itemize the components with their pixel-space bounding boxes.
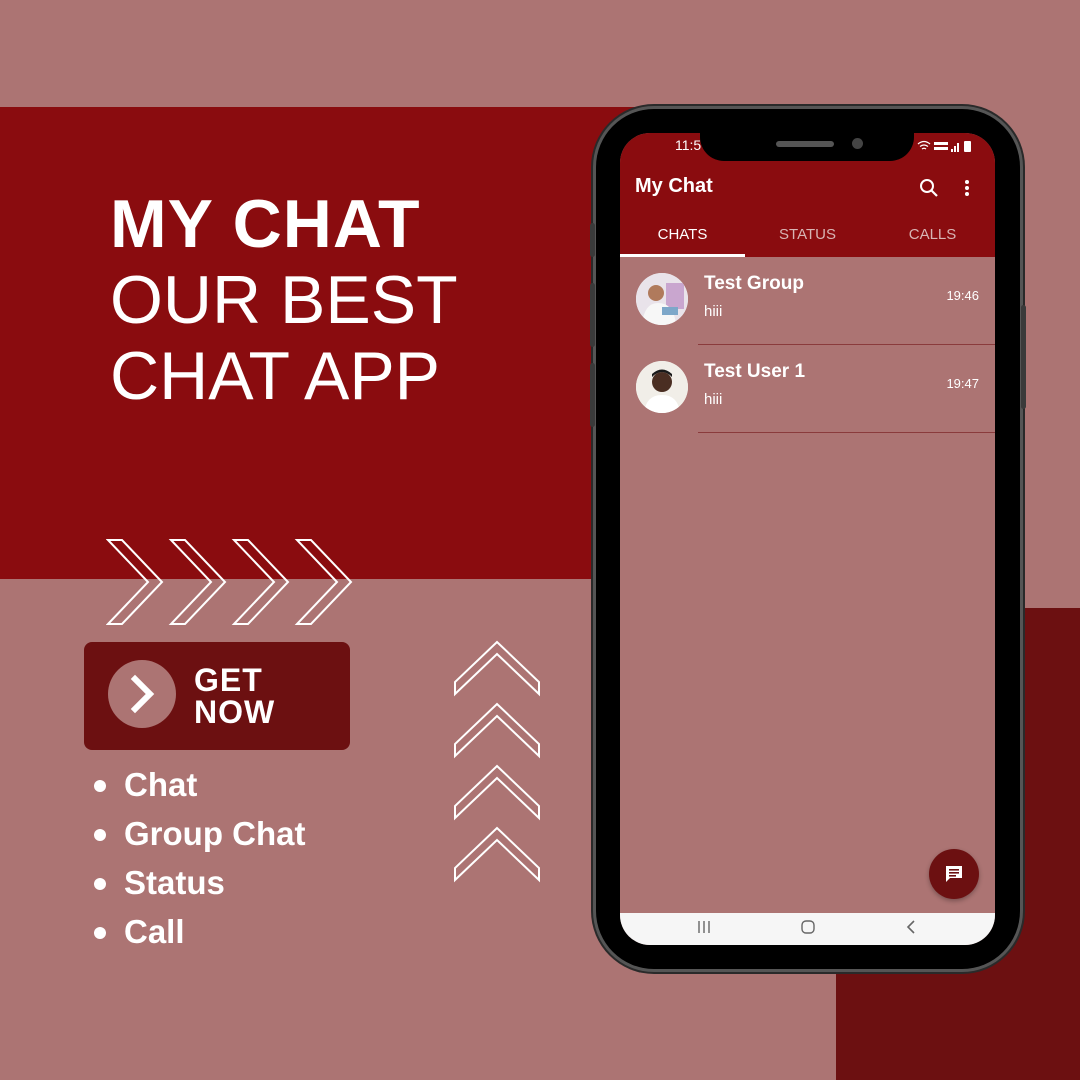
speaker-grille [776, 141, 834, 147]
headline-line-1: MY CHAT [110, 186, 421, 262]
decorative-chevrons-right-icon [106, 539, 353, 625]
phone-mockup: 11:5 My Chat CHATS STATUS CALLS Test Gro… [590, 109, 1026, 969]
chat-name: Test Group [704, 273, 804, 294]
new-chat-icon [946, 866, 962, 882]
bixby-button [590, 363, 595, 427]
chat-list-item[interactable]: Test Group hiii 19:46 [620, 257, 995, 345]
camera-notch [700, 133, 914, 161]
headline-line-3: CHAT APP [110, 338, 441, 414]
chevron-right-icon [130, 674, 155, 714]
status-icons [917, 140, 971, 152]
new-chat-button[interactable] [929, 849, 979, 899]
status-bar: 11:5 [620, 133, 995, 161]
search-icon[interactable] [918, 177, 940, 199]
app-title: My Chat [635, 175, 713, 197]
back-icon[interactable] [904, 919, 920, 935]
cta-circle [108, 660, 176, 728]
headline-line-2: OUR BEST [110, 262, 458, 338]
bullet-icon [94, 878, 106, 890]
feature-label: Chat [124, 766, 198, 803]
home-icon[interactable] [800, 919, 816, 935]
bullet-icon [94, 780, 106, 792]
bullet-icon [94, 927, 106, 939]
get-now-label: GET NOW [194, 662, 276, 730]
recent-apps-icon[interactable] [696, 919, 712, 935]
group-avatar [636, 273, 688, 325]
front-camera [852, 138, 863, 149]
group-avatar-image [636, 273, 688, 325]
android-nav-bar [620, 913, 995, 945]
power-button [1021, 305, 1026, 409]
feature-item: Status [92, 858, 305, 907]
chat-time: 19:47 [946, 376, 979, 391]
tab-status[interactable]: STATUS [745, 226, 870, 243]
tab-calls[interactable]: CALLS [870, 226, 995, 243]
divider [698, 432, 995, 433]
feature-label: Call [124, 913, 185, 950]
volume-up-button [590, 223, 595, 257]
bullet-icon [94, 829, 106, 841]
headline: MY CHAT OUR BEST CHAT APP [110, 186, 458, 414]
feature-label: Group Chat [124, 815, 306, 852]
feature-item: Group Chat [92, 809, 305, 858]
chat-name: Test User 1 [704, 361, 806, 382]
feature-list: Chat Group Chat Status Call [92, 760, 305, 956]
user-avatar [636, 361, 688, 413]
chat-time: 19:46 [946, 288, 979, 303]
app-bar: My Chat CHATS STATUS CALLS [620, 161, 995, 257]
chat-last-message: hiii [704, 391, 723, 408]
tab-chats[interactable]: CHATS [620, 226, 745, 243]
more-vert-icon[interactable] [964, 177, 970, 199]
chat-list-item[interactable]: Test User 1 hiii 19:47 [620, 345, 995, 433]
chat-last-message: hiii [704, 303, 723, 320]
volume-down-button [590, 283, 595, 347]
feature-label: Status [124, 864, 225, 901]
feature-item: Call [92, 907, 305, 956]
decorative-chevrons-up-icon [454, 640, 540, 883]
user-avatar-image [636, 361, 688, 413]
status-time: 11:5 [675, 137, 702, 153]
feature-item: Chat [92, 760, 305, 809]
get-now-button[interactable]: GET NOW [84, 642, 350, 750]
phone-screen: 11:5 My Chat CHATS STATUS CALLS Test Gro… [620, 133, 995, 945]
